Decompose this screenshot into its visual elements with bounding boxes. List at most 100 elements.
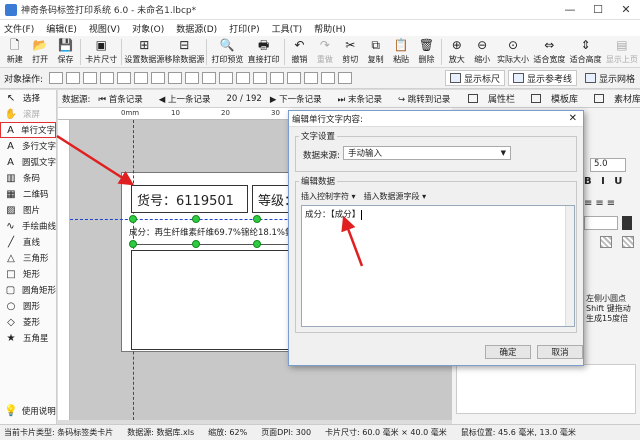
zoom-in-button[interactable]: ⊕ 放大 <box>444 36 469 68</box>
align-left-icon[interactable] <box>49 72 64 84</box>
menu-item[interactable]: 数据源(D) <box>176 22 217 35</box>
same-width-icon[interactable] <box>151 72 166 84</box>
tool-rounded-rect[interactable]: ▢ 圆角矩形 <box>0 282 56 298</box>
actual-size-button[interactable]: ⊙ 实际大小 <box>495 36 531 68</box>
maximize-button[interactable]: ☐ <box>584 3 612 16</box>
line-width-field[interactable] <box>584 216 618 230</box>
menu-item[interactable]: 帮助(H) <box>314 22 346 35</box>
minimize-button[interactable]: — <box>556 3 584 16</box>
same-height-icon[interactable] <box>168 72 183 84</box>
textarea-scrollbar[interactable] <box>565 206 574 326</box>
composition-text[interactable]: 成分：再生纤维素纤维69.7%锦纶18.1%氨 <box>129 226 289 238</box>
source-select[interactable]: 手动输入 ▼ <box>343 146 511 160</box>
resize-handle[interactable] <box>192 215 200 223</box>
insert-datasource-field-button[interactable]: 插入数据源字段 ▾ <box>364 191 427 202</box>
save-button[interactable]: 💾 保存 <box>53 36 78 68</box>
resize-handle[interactable] <box>192 240 200 248</box>
show-ruler-toggle[interactable]: 显示标尺 <box>444 70 505 86</box>
menu-item[interactable]: 编辑(E) <box>46 22 77 35</box>
direct-print-button[interactable]: 🖶 直接打印 <box>246 36 282 68</box>
text-align-buttons[interactable]: ≡≡≡ <box>584 198 618 209</box>
paste-button[interactable]: 📋 粘贴 <box>388 36 413 68</box>
font-size-field[interactable]: 5.0 <box>590 158 626 172</box>
item-no-text[interactable]: 货号：6119501 <box>131 185 248 213</box>
tool-circle[interactable]: ○ 圆形 <box>0 298 56 314</box>
tool-qrcode[interactable]: ▦ 二维码 <box>0 186 56 202</box>
fit-height-button[interactable]: ⇕ 适合高度 <box>567 36 603 68</box>
tool-diamond[interactable]: ◇ 菱形 <box>0 314 56 330</box>
menu-item[interactable]: 打印(P) <box>229 22 259 35</box>
cut-button[interactable]: ✂ 剪切 <box>338 36 363 68</box>
card-size-button[interactable]: ▣ 卡片尺寸 <box>83 36 119 68</box>
resize-handle[interactable] <box>129 215 137 223</box>
align-right-icon[interactable] <box>83 72 98 84</box>
tool-multi-text[interactable]: A 多行文字 <box>0 138 56 154</box>
bring-front-icon[interactable] <box>185 72 200 84</box>
resize-handle[interactable] <box>253 240 261 248</box>
menu-item[interactable]: 文件(F) <box>4 22 34 35</box>
set-datasource-button[interactable]: ⊞ 设置数据源 <box>124 36 164 68</box>
align-middle-icon[interactable] <box>117 72 132 84</box>
align-top-icon[interactable] <box>100 72 115 84</box>
tab-properties[interactable]: 属性栏 <box>460 92 515 105</box>
remove-datasource-button[interactable]: ⊟ 移除数据源 <box>164 36 204 68</box>
fill-swatch[interactable] <box>600 236 612 248</box>
lock-icon[interactable] <box>253 72 268 84</box>
tool-line[interactable]: ╱ 直线 <box>0 234 56 250</box>
resize-handle[interactable] <box>129 240 137 248</box>
prev-page-button[interactable]: ▤ 显示上页 <box>604 36 640 68</box>
flip-icon[interactable] <box>304 72 319 84</box>
tool-triangle[interactable]: △ 三角形 <box>0 250 56 266</box>
menu-item[interactable]: 对象(O) <box>132 22 164 35</box>
undo-button[interactable]: ↶ 撤销 <box>287 36 312 68</box>
tool-arc-text[interactable]: A 圆弧文字 <box>0 154 56 170</box>
distribute-h-icon[interactable] <box>321 72 336 84</box>
send-back-icon[interactable] <box>202 72 217 84</box>
help-button[interactable]: 💡 使用说明 <box>4 404 56 417</box>
tool-cursor[interactable]: ↖ 选择 <box>0 90 56 106</box>
unlock-icon[interactable] <box>270 72 285 84</box>
zoom-out-button[interactable]: ⊖ 缩小 <box>469 36 494 68</box>
tool-single-text[interactable]: A 单行文字 <box>0 122 56 138</box>
tool-freehand[interactable]: ∿ 手绘曲线 <box>0 218 56 234</box>
content-textarea[interactable]: 成分：【成分】 <box>301 205 575 327</box>
tool-star[interactable]: ★ 五角星 <box>0 330 56 346</box>
fit-width-button[interactable]: ⇔ 适合宽度 <box>531 36 567 68</box>
tool-barcode[interactable]: ▥ 条码 <box>0 170 56 186</box>
tool-rectangle[interactable]: □ 矩形 <box>0 266 56 282</box>
resize-handle[interactable] <box>253 215 261 223</box>
last-record-button[interactable]: ⏭ 末条记录 <box>338 93 390 105</box>
prev-record-button[interactable]: ◀ 上一条记录 <box>159 93 219 105</box>
first-record-button[interactable]: ⏮ 首条记录 <box>98 93 150 105</box>
jump-record-button[interactable]: ↪ 跳转到记录 <box>398 93 458 105</box>
align-center-icon[interactable] <box>66 72 81 84</box>
open-button[interactable]: 📂 打开 <box>27 36 52 68</box>
font-style-buttons[interactable]: B I U <box>584 176 625 187</box>
rectangle-shape[interactable] <box>131 250 289 350</box>
menu-item[interactable]: 视图(V) <box>89 22 120 35</box>
rotate-icon[interactable] <box>287 72 302 84</box>
tab-assets[interactable]: 素材库 <box>586 92 640 105</box>
insert-control-char-button[interactable]: 插入控制字符 ▾ <box>301 191 356 202</box>
next-record-button[interactable]: ▶ 下一条记录 <box>270 93 330 105</box>
show-grid-toggle[interactable]: 显示网格 <box>580 70 640 86</box>
tool-hand[interactable]: ✋ 滚屏 <box>0 106 56 122</box>
delete-button[interactable]: 🗑 删除 <box>414 36 439 68</box>
color-swatch[interactable] <box>622 216 632 230</box>
redo-button[interactable]: ↷ 重做 <box>312 36 337 68</box>
border-swatch[interactable] <box>622 236 634 248</box>
tab-templates[interactable]: 模板库 <box>523 92 578 105</box>
distribute-v-icon[interactable] <box>338 72 353 84</box>
menu-item[interactable]: 工具(T) <box>272 22 303 35</box>
copy-button[interactable]: ⧉ 复制 <box>363 36 388 68</box>
tool-image[interactable]: ▨ 图片 <box>0 202 56 218</box>
close-window-button[interactable]: ✕ <box>612 3 640 16</box>
dialog-close-button[interactable]: ✕ <box>569 113 577 124</box>
ungroup-icon[interactable] <box>236 72 251 84</box>
group-icon[interactable] <box>219 72 234 84</box>
show-guides-toggle[interactable]: 显示参考线 <box>507 70 577 86</box>
align-bottom-icon[interactable] <box>134 72 149 84</box>
new-button[interactable]: 🗋 新建 <box>2 36 27 68</box>
print-preview-button[interactable]: 🔍 打印预览 <box>209 36 245 68</box>
cancel-button[interactable]: 取消 <box>537 345 583 359</box>
